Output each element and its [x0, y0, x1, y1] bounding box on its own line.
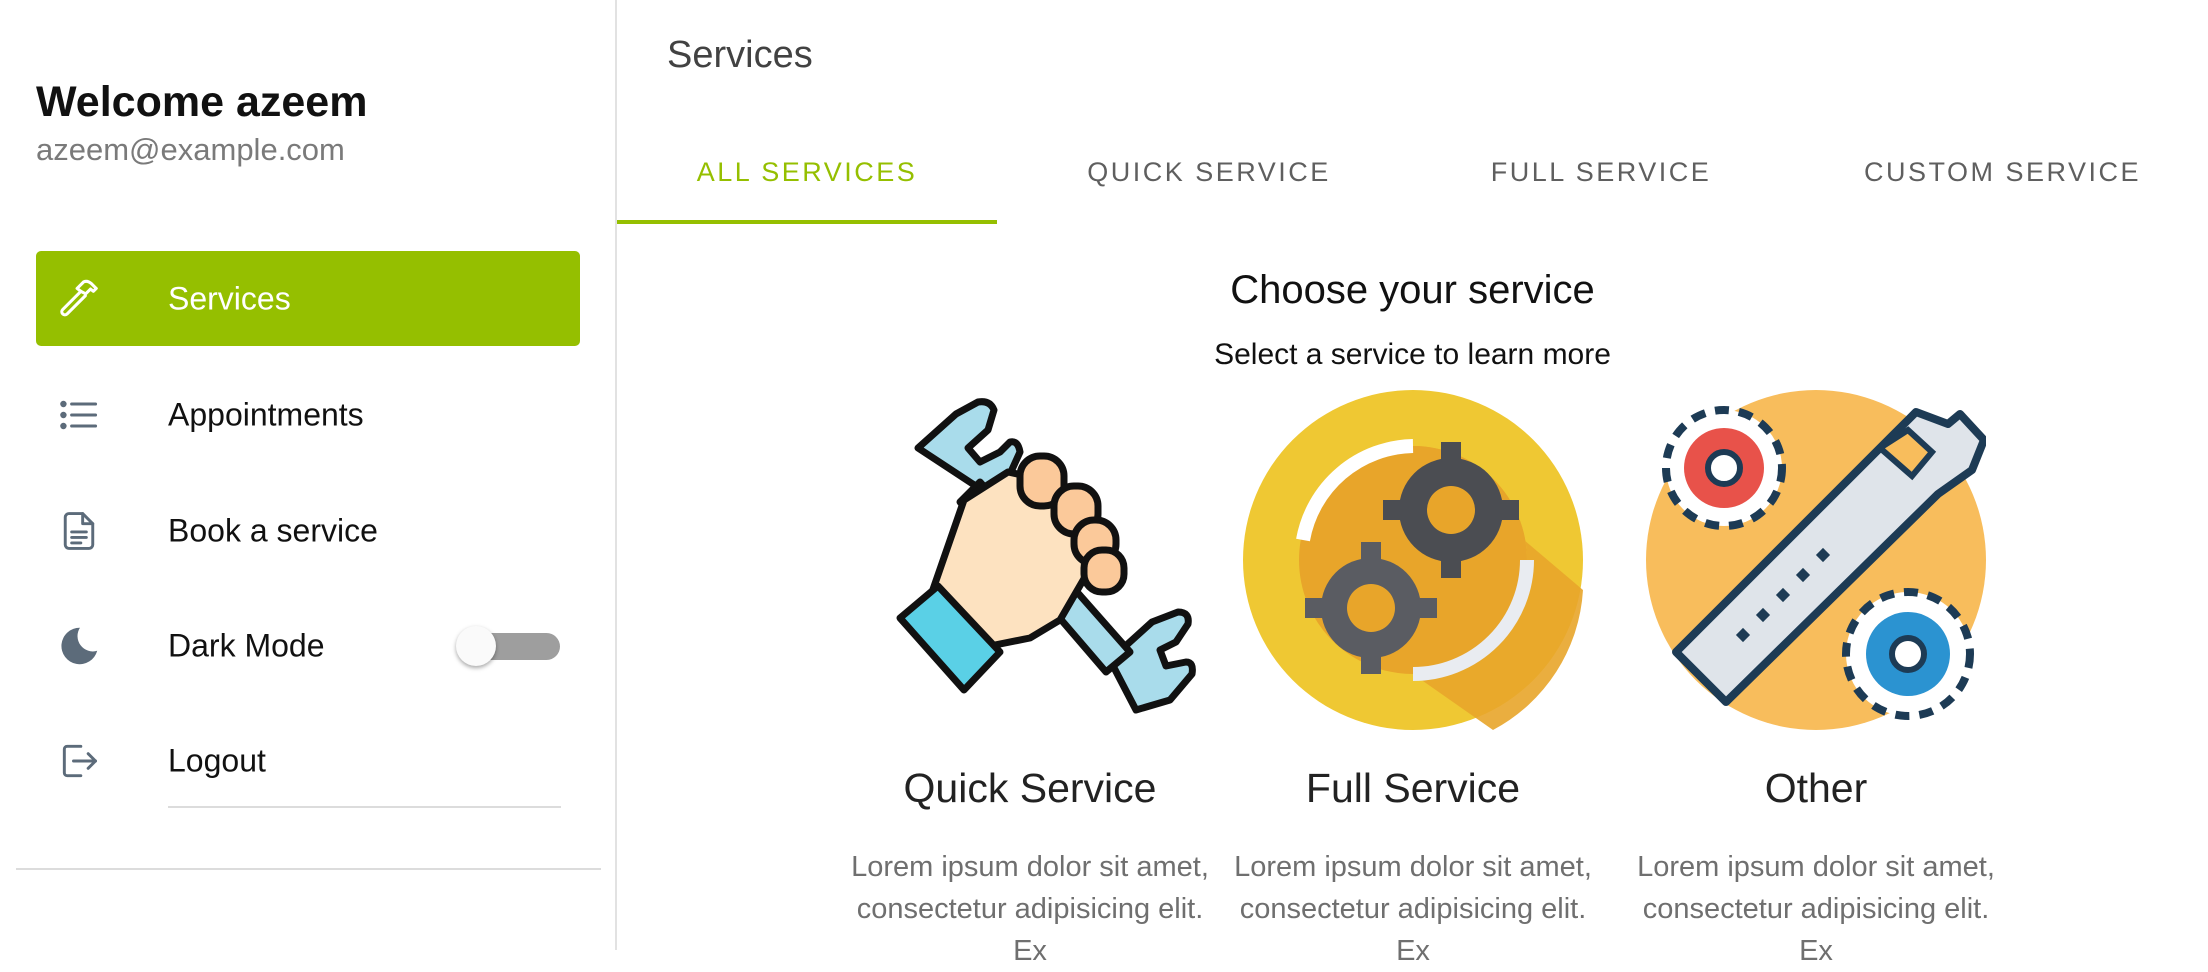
- page-title: Services: [667, 34, 813, 76]
- active-tab-indicator: [617, 220, 997, 224]
- section-subheading: Select a service to learn more: [1214, 338, 1611, 371]
- toggle-thumb: [456, 625, 496, 666]
- sidebar-item-book-service[interactable]: Book a service: [36, 483, 580, 578]
- card-description: Lorem ipsum dolor sit amet, consectetur …: [1234, 851, 1592, 967]
- main-content: Services ALL SERVICES QUICK SERVICE FULL…: [617, 0, 2208, 967]
- gears-icon: [1243, 390, 1583, 730]
- card-title: Full Service: [1305, 765, 1521, 811]
- tab-custom-service[interactable]: CUSTOM SERVICE: [1797, 120, 2208, 224]
- wrench-gears-icon: [1646, 390, 1988, 730]
- card-title: Quick Service: [903, 765, 1157, 811]
- divider: [16, 868, 601, 870]
- section-heading: Choose your service: [1230, 268, 1595, 312]
- sidebar-item-logout[interactable]: Logout: [36, 713, 580, 808]
- card-description: Lorem ipsum dolor sit amet, consectetur …: [851, 851, 1209, 967]
- sidebar-item-label: Logout: [168, 742, 266, 778]
- sidebar-item-label: Services: [168, 280, 291, 316]
- sidebar-item-label: Book a service: [168, 512, 378, 548]
- tab-quick-service[interactable]: QUICK SERVICE: [1009, 120, 1409, 224]
- sidebar-item-dark-mode[interactable]: Dark Mode: [36, 598, 580, 693]
- wrench-fist-icon: [860, 390, 1200, 730]
- tab-all-services[interactable]: ALL SERVICES: [617, 120, 997, 224]
- service-tabs: ALL SERVICES QUICK SERVICE FULL SERVICE …: [617, 120, 2208, 224]
- hammer-icon: [56, 276, 102, 322]
- divider: [168, 806, 561, 808]
- tab-full-service[interactable]: FULL SERVICE: [1401, 120, 1801, 224]
- sidebar-item-services[interactable]: Services: [36, 251, 580, 346]
- dark-mode-toggle[interactable]: [456, 625, 566, 666]
- document-icon: [56, 508, 102, 554]
- sidebar-item-label: Dark Mode: [168, 627, 325, 663]
- logout-icon: [56, 738, 102, 784]
- card-title: Other: [1764, 765, 1868, 811]
- sidebar-item-label: Appointments: [168, 396, 364, 432]
- user-email: azeem@example.com: [36, 132, 345, 167]
- card-description: Lorem ipsum dolor sit amet, consectetur …: [1637, 851, 1995, 967]
- moon-icon: [56, 623, 102, 669]
- sidebar: Welcome azeem azeem@example.com Services…: [0, 0, 617, 950]
- sidebar-item-appointments[interactable]: Appointments: [36, 367, 580, 462]
- list-icon: [56, 392, 102, 438]
- welcome-heading: Welcome azeem: [36, 78, 368, 126]
